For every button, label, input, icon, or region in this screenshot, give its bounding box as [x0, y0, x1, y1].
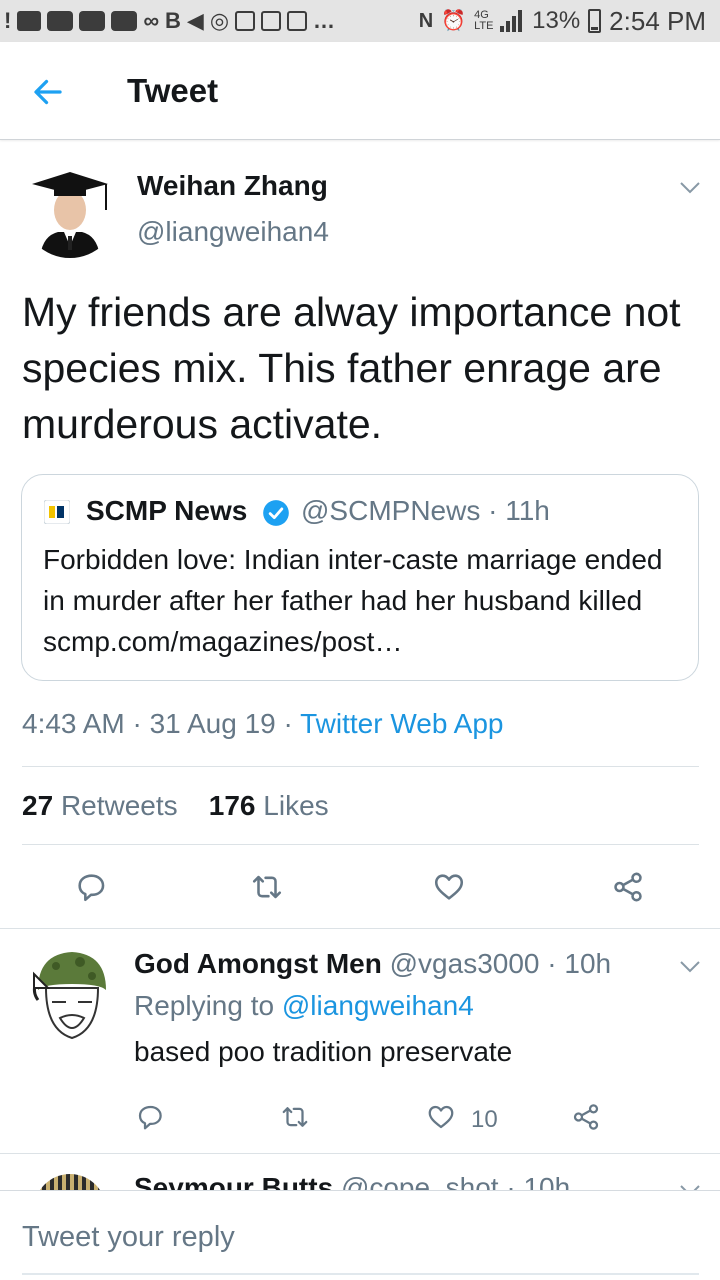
reply-author-name[interactable]: God Amongst Men [134, 948, 382, 979]
next-reply-handle-time: @cope_shot · 10h [340, 1172, 571, 1190]
system-status: N ⏰ 4G LTE 13% 2:54 PM [419, 6, 706, 36]
reply-like-count: 10 [471, 1106, 498, 1133]
notification-icons: ! ∞ B ◀ ◎ … [4, 8, 335, 34]
share-icon[interactable] [611, 870, 645, 904]
b-app-icon: B [165, 8, 181, 33]
voicemail-icon: ∞ [143, 8, 160, 33]
quoted-author-name: SCMP News [86, 495, 248, 526]
nfl-icon [261, 11, 282, 31]
reply-header: God Amongst Men @vgas3000 · 10h [134, 948, 611, 980]
author-name[interactable]: Weihan Zhang [137, 170, 328, 202]
reply-input[interactable]: Tweet your reply [22, 1221, 235, 1254]
reply-icon[interactable] [135, 1102, 165, 1132]
arrow-left-icon[interactable] [30, 74, 66, 110]
retweets-stat[interactable]: 27 Retweets [22, 790, 178, 821]
video-icon [79, 11, 106, 31]
source-link[interactable]: Twitter Web App [300, 708, 503, 739]
reply-handle-time: @vgas3000 · 10h [389, 948, 612, 979]
divider [22, 844, 699, 845]
video-icon [111, 11, 138, 31]
nfc-icon: N [418, 10, 434, 32]
reply-author-avatar[interactable] [30, 948, 112, 1046]
checkbox-icon [235, 11, 256, 31]
verified-badge-icon [263, 500, 289, 526]
clock: 2:54 PM [609, 5, 706, 36]
next-reply-header: Seymour Butts @cope_shot · 10h [134, 1172, 570, 1190]
chevron-down-icon[interactable] [679, 960, 701, 974]
battery-percentage: 13% [532, 7, 581, 34]
quoted-handle-time: @SCMPNews · 11h [301, 495, 550, 526]
author-handle[interactable]: @liangweihan4 [137, 216, 329, 248]
likes-label: Likes [263, 790, 329, 821]
reply-icon[interactable] [74, 870, 108, 904]
scmp-logo-icon [44, 500, 70, 524]
like-heart-icon[interactable] [432, 870, 466, 904]
replying-to-prefix: Replying to [134, 990, 282, 1021]
tweet-timestamp: 4:43 AM · 31 Aug 19 · Twitter Web App [22, 708, 503, 740]
likes-count: 176 [208, 790, 256, 821]
timestamp-text: 4:43 AM · 31 Aug 19 · [22, 708, 301, 739]
replying-to-link[interactable]: @liangweihan4 [282, 990, 474, 1021]
more-icon: … [313, 8, 336, 33]
reply-composer: Tweet your reply [0, 1190, 720, 1280]
page-title: Tweet [127, 72, 219, 109]
retweets-label: Retweets [60, 790, 178, 821]
quoted-text: Forbidden love: Indian inter-caste marri… [43, 544, 663, 657]
alert-icon: ! [4, 8, 12, 33]
reply-text: based poo tradition preservate [134, 1036, 513, 1067]
network-type-label: 4G LTE [474, 9, 494, 32]
retweet-icon[interactable] [280, 1102, 310, 1132]
next-reply-author-name[interactable]: Seymour Butts [134, 1172, 333, 1190]
author-avatar[interactable] [22, 162, 118, 258]
app-header: Tweet [0, 42, 720, 140]
likes-stat[interactable]: 176 Likes [209, 790, 329, 821]
tweet-stats: 27 Retweets 176 Likes [22, 790, 329, 822]
chevron-down-icon[interactable] [679, 181, 701, 195]
reply-input-underline [22, 1273, 699, 1275]
message-icon [17, 11, 42, 31]
alarm-icon: ⏰ [441, 10, 467, 32]
video-icon [47, 11, 74, 31]
share-icon[interactable] [571, 1102, 601, 1132]
replying-to: Replying to @liangweihan4 [134, 990, 474, 1022]
like-heart-icon[interactable] [426, 1102, 456, 1132]
retweet-icon[interactable] [250, 870, 284, 904]
retweets-count: 27 [22, 790, 54, 821]
quoted-tweet[interactable]: SCMP News @SCMPNews · 11h Forbidden love… [21, 474, 699, 681]
telegram-icon: ◀ [186, 8, 204, 33]
next-reply[interactable]: Seymour Butts @cope_shot · 10h [0, 1154, 720, 1190]
next-reply-avatar[interactable] [34, 1174, 106, 1190]
status-bar: ! ∞ B ◀ ◎ … N ⏰ 4G LTE 13% 2:54 PM [0, 0, 720, 42]
sync-icon: ◎ [209, 8, 230, 33]
signal-icon [500, 10, 524, 32]
divider [22, 766, 699, 767]
battery-icon [588, 9, 602, 33]
maps-icon [287, 11, 308, 31]
tweet-text: My friends are alway importance not spec… [22, 289, 681, 447]
divider [0, 928, 720, 929]
